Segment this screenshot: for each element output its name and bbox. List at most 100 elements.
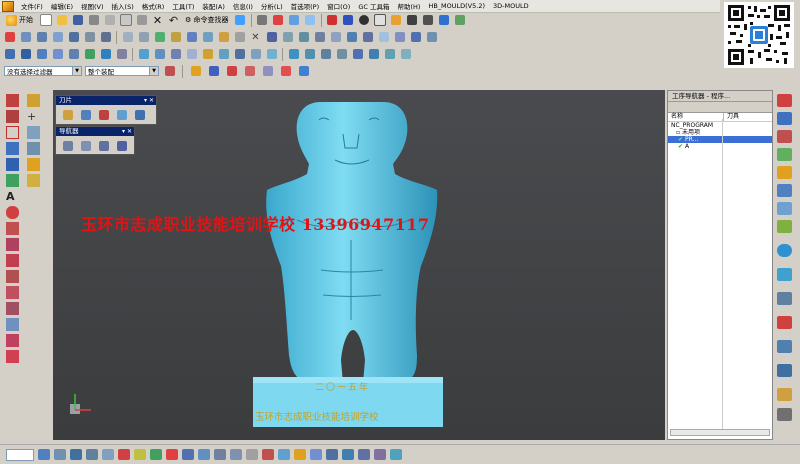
spline-tool-icon[interactable]: [6, 174, 19, 187]
join-curve-icon[interactable]: [201, 47, 215, 61]
snap-point-icon[interactable]: [189, 64, 203, 78]
line-icon[interactable]: [3, 47, 17, 61]
chamfer-icon[interactable]: [137, 30, 151, 44]
manufacturing-wizard-icon[interactable]: [777, 340, 792, 353]
menu-help[interactable]: 帮助(H): [393, 1, 424, 11]
text-curve-icon[interactable]: [115, 47, 129, 61]
fillet-tool-icon[interactable]: [6, 350, 19, 363]
navigator-panel-titlebar[interactable]: 导航器 ▾ ✕: [56, 127, 134, 136]
method-view-icon[interactable]: [115, 139, 129, 153]
offset-curve-icon[interactable]: [137, 47, 151, 61]
fit-view-icon[interactable]: [271, 13, 285, 27]
create-method-icon[interactable]: [115, 108, 129, 122]
menu-file[interactable]: 文件(F): [17, 1, 47, 11]
move-face-icon[interactable]: [297, 30, 311, 44]
part-navigator-icon[interactable]: [777, 112, 792, 125]
through-curves-icon[interactable]: [319, 47, 333, 61]
plus-icon[interactable]: +: [27, 110, 40, 123]
swept-section-icon[interactable]: [383, 47, 397, 61]
rectangle-icon[interactable]: [67, 47, 81, 61]
nav-row-nc-program[interactable]: NC_PROGRAM: [668, 122, 772, 129]
navigator-tab-icon[interactable]: [777, 94, 792, 107]
menu-edit[interactable]: 编辑(E): [47, 1, 77, 11]
face-analysis-icon[interactable]: [326, 449, 338, 460]
menu-3d-mould[interactable]: 3D-MOULD: [489, 2, 533, 10]
ellipse-tool-icon[interactable]: [6, 158, 19, 171]
arc-icon[interactable]: [19, 47, 33, 61]
wcs-display-icon[interactable]: [118, 449, 130, 460]
work-layer-icon[interactable]: [297, 64, 311, 78]
tool-panel-titlebar[interactable]: 刀片 ▾ ✕: [56, 96, 156, 105]
mesh-surface-icon[interactable]: [335, 47, 349, 61]
operation-navigator-tab-icon[interactable]: [777, 184, 792, 197]
column-name-header[interactable]: 名称: [668, 113, 724, 121]
transform-icon[interactable]: [27, 126, 40, 139]
preview-icon[interactable]: [453, 13, 467, 27]
true-shading-icon[interactable]: [342, 449, 354, 460]
offset-tool-icon[interactable]: [6, 222, 19, 235]
background-icon[interactable]: [390, 449, 402, 460]
revolve-icon[interactable]: [35, 30, 49, 44]
helix-icon[interactable]: [99, 47, 113, 61]
subtract-icon[interactable]: [99, 30, 113, 44]
selection-scope-combo[interactable]: 整个装配 ▼: [85, 66, 159, 76]
snap-center-icon[interactable]: [243, 64, 257, 78]
column-tool-header[interactable]: 刀具: [724, 113, 739, 121]
palette-icon[interactable]: [777, 408, 792, 421]
section-view-icon[interactable]: [182, 449, 194, 460]
snap-mid-icon[interactable]: [225, 64, 239, 78]
resize-face-icon[interactable]: [329, 30, 343, 44]
nx-app-icon[interactable]: [2, 0, 14, 12]
snap-quadrant-icon[interactable]: [261, 64, 275, 78]
surface-tool-icon[interactable]: [27, 142, 40, 155]
restore-view-icon[interactable]: [246, 449, 258, 460]
cut-icon[interactable]: [103, 13, 117, 27]
trim-tool-icon[interactable]: [6, 286, 19, 299]
line-tool-icon[interactable]: [6, 94, 19, 107]
system-materials-icon[interactable]: [777, 292, 792, 305]
nav-row-operation-a[interactable]: ✔ A: [668, 143, 772, 150]
datum-plane-icon[interactable]: [217, 30, 231, 44]
start-button[interactable]: 开始: [2, 13, 37, 27]
menu-hb-mould[interactable]: HB_MOULD(V5.2): [424, 2, 489, 10]
new-file-icon[interactable]: [39, 13, 53, 27]
shaded-edges-icon[interactable]: [294, 449, 306, 460]
edit-object-display-icon[interactable]: [262, 449, 274, 460]
panel-close-icon[interactable]: ▾ ✕: [122, 127, 132, 136]
snap-view-icon[interactable]: [233, 13, 247, 27]
cube-tool-icon[interactable]: [27, 158, 40, 171]
orient-view-icon[interactable]: [255, 13, 269, 27]
graphics-viewport[interactable]: 玉环市志成职业技能培训学校 13396947117 二〇一五年 玉环市志成职业技…: [53, 90, 665, 440]
machine-view-icon[interactable]: [79, 139, 93, 153]
edit-curve-icon[interactable]: [249, 47, 263, 61]
snap-grid-icon[interactable]: [279, 64, 293, 78]
hidden-edges-icon[interactable]: [374, 449, 386, 460]
edit-section-icon[interactable]: [389, 13, 403, 27]
menu-tools[interactable]: 工具(T): [168, 1, 198, 11]
datum-axis-icon[interactable]: [233, 30, 247, 44]
unite-icon[interactable]: [83, 30, 97, 44]
origin-icon[interactable]: [166, 449, 178, 460]
pattern-icon[interactable]: [185, 30, 199, 44]
paint-tool-icon[interactable]: [27, 174, 40, 187]
copy-icon[interactable]: [119, 13, 133, 27]
process-studio-icon[interactable]: [777, 316, 792, 329]
intersect-curve-icon[interactable]: [169, 47, 183, 61]
delete-face-icon[interactable]: [313, 30, 327, 44]
assembly-navigator-icon[interactable]: [777, 130, 792, 143]
program-view-icon[interactable]: [61, 139, 75, 153]
create-operation-icon[interactable]: [79, 108, 93, 122]
right-view-icon[interactable]: [102, 449, 114, 460]
divide-curve-icon[interactable]: [233, 47, 247, 61]
sketch-tool-icon[interactable]: [27, 94, 40, 107]
geometry-view-icon[interactable]: [97, 139, 111, 153]
top-view-icon[interactable]: [86, 449, 98, 460]
menu-preferences[interactable]: 首选项(P): [287, 1, 324, 11]
menu-gc-toolbox[interactable]: GC 工具箱: [354, 1, 393, 11]
paste-icon[interactable]: [135, 13, 149, 27]
sketch-icon[interactable]: [3, 30, 17, 44]
print-icon[interactable]: [87, 13, 101, 27]
text-tool-icon[interactable]: A: [6, 190, 19, 203]
point-icon[interactable]: [51, 47, 65, 61]
layer-icon[interactable]: [373, 13, 387, 27]
